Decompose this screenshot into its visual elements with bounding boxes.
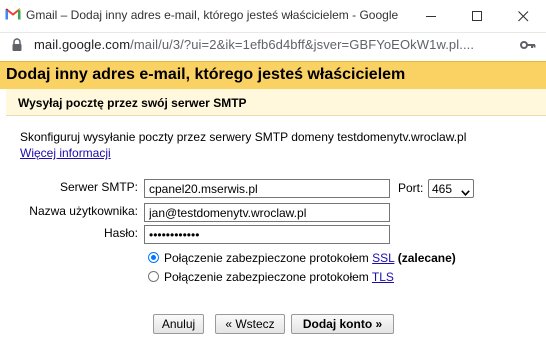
dialog-subheader: Wysyłaj pocztę przez swój serwer SMTP bbox=[6, 89, 546, 115]
port-value: 465 bbox=[432, 182, 453, 196]
username-input[interactable] bbox=[144, 203, 390, 222]
ssl-option-prefix: Połączenie zabezpieczone protokołem bbox=[164, 251, 369, 265]
chevron-down-icon bbox=[461, 185, 470, 199]
gmail-logo-icon bbox=[5, 8, 21, 23]
minimize-icon[interactable] bbox=[408, 0, 454, 32]
description-text: Skonfiguruj wysyłanie poczty przez serwe… bbox=[20, 130, 467, 144]
close-icon[interactable] bbox=[500, 0, 546, 32]
more-info-link[interactable]: Więcej informacji bbox=[20, 146, 111, 160]
ssl-link[interactable]: SSL bbox=[372, 251, 394, 265]
smtp-server-input[interactable] bbox=[144, 179, 390, 198]
address-bar[interactable]: mail.google.com/mail/u/3/?ui=2&ik=1efb6d… bbox=[0, 33, 546, 59]
window-title: Gmail – Dodaj inny adres e-mail, którego… bbox=[26, 8, 402, 22]
tls-link[interactable]: TLS bbox=[372, 270, 394, 284]
port-select[interactable]: 465 bbox=[428, 179, 474, 198]
dialog-subtitle: Wysyłaj pocztę przez swój serwer SMTP bbox=[18, 96, 247, 110]
tls-radio[interactable] bbox=[148, 271, 159, 282]
ssl-recommended-text: (zalecane) bbox=[397, 251, 456, 265]
username-label: Nazwa użytkownika: bbox=[29, 204, 138, 218]
lock-icon[interactable] bbox=[11, 38, 23, 55]
port-label: Port: bbox=[398, 181, 424, 195]
window-titlebar: Gmail – Dodaj inny adres e-mail, którego… bbox=[0, 0, 546, 33]
smtp-server-label: Serwer SMTP: bbox=[59, 180, 138, 194]
add-account-button[interactable]: Dodaj konto » bbox=[291, 314, 394, 334]
url-text[interactable]: mail.google.com/mail/u/3/?ui=2&ik=1efb6d… bbox=[34, 37, 508, 52]
back-button[interactable]: « Wstecz bbox=[215, 314, 285, 334]
password-input[interactable] bbox=[144, 225, 390, 244]
cancel-button[interactable]: Anuluj bbox=[153, 314, 204, 334]
dialog-header: Dodaj inny adres e-mail, którego jesteś … bbox=[0, 61, 546, 89]
ssl-radio[interactable] bbox=[148, 252, 159, 263]
password-label: Hasło: bbox=[103, 226, 138, 240]
key-icon[interactable] bbox=[520, 39, 536, 53]
dialog-title: Dodaj inny adres e-mail, którego jesteś … bbox=[6, 66, 406, 83]
maximize-icon[interactable] bbox=[454, 0, 500, 32]
tls-option-prefix: Połączenie zabezpieczone protokołem bbox=[164, 270, 369, 284]
